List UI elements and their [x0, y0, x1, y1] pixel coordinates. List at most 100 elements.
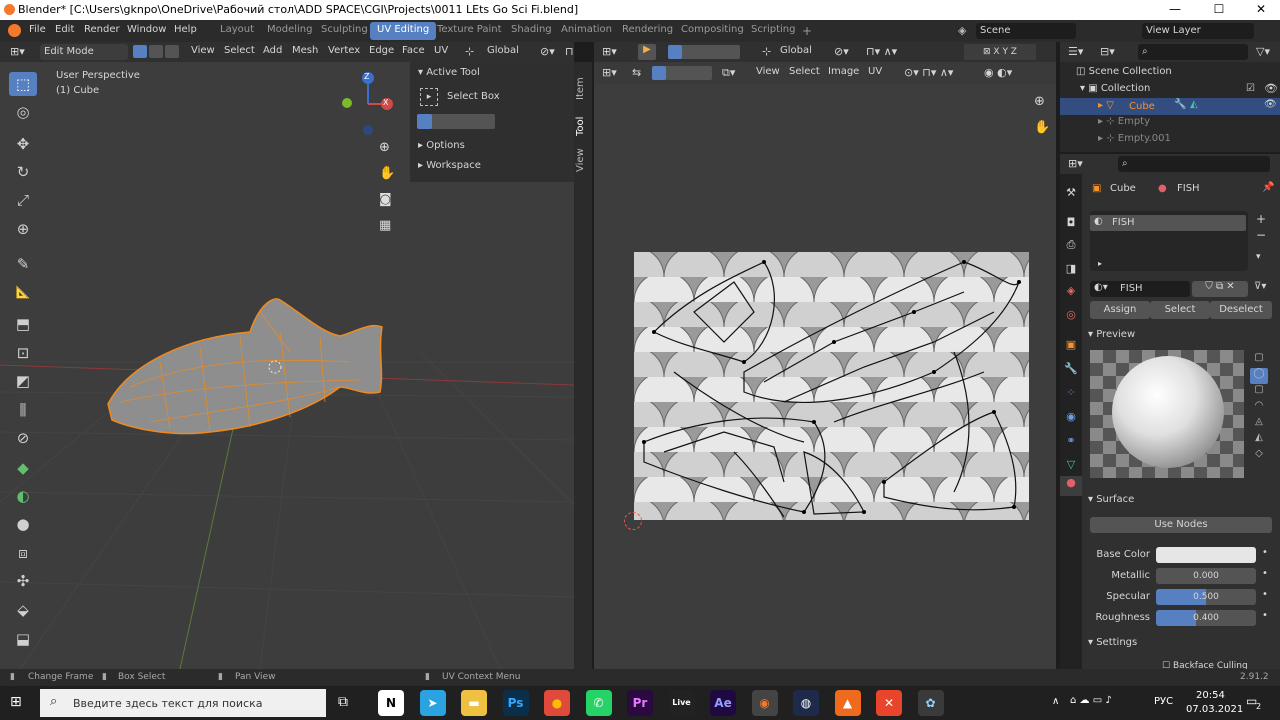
- nav-gizmo[interactable]: Z X: [342, 72, 396, 135]
- taskbar-search[interactable]: ⌕ Введите здесь текст для поиска: [40, 689, 326, 717]
- language-indicator[interactable]: РУС: [1154, 696, 1173, 707]
- select-box-tool-icon[interactable]: ▸: [420, 88, 438, 106]
- properties-type-icon[interactable]: ⊞▾: [1068, 157, 1083, 170]
- tray-chevron-icon[interactable]: ∧: [1052, 696, 1059, 707]
- transform-icon[interactable]: ⊕: [9, 217, 37, 241]
- metallic-slider[interactable]: 0.000: [1156, 568, 1256, 584]
- scene-selector[interactable]: Scene: [976, 23, 1076, 39]
- menu-window[interactable]: Window: [127, 24, 166, 35]
- menu-face[interactable]: Face: [402, 45, 425, 56]
- remove-slot-button[interactable]: −: [1256, 228, 1266, 242]
- cube-visibility-icon[interactable]: 👁: [1264, 99, 1277, 110]
- data-props-icon[interactable]: ▽: [1064, 458, 1078, 472]
- uv-editor[interactable]: ⊞▾ ⇆ ⧉▾ View Select Image UV ⊙▾ ⊓▾ ∧▾ ◉ …: [594, 62, 1056, 669]
- scene-props-icon[interactable]: ◈: [1064, 284, 1078, 298]
- taskbar-app-whatsapp-icon[interactable]: ✆: [585, 690, 612, 716]
- scene-collection-row[interactable]: ◫ Scene Collection: [1076, 66, 1172, 84]
- tab-modeling[interactable]: Modeling: [260, 22, 320, 40]
- properties-search[interactable]: ⌕: [1118, 156, 1270, 172]
- outliner-row-empty-001[interactable]: ▸ ⊹ Empty.001: [1098, 133, 1171, 151]
- select-mode-buttons[interactable]: [417, 114, 495, 129]
- 3d-viewport[interactable]: User Perspective (1) Cube ⬚ ◎ ✥ ↻ ⤢ ⊕ ✎ …: [0, 62, 574, 669]
- taskbar-app-cinema4d-icon[interactable]: ◍: [793, 690, 819, 716]
- tab-uv-editing[interactable]: UV Editing: [370, 22, 437, 40]
- base-color-swatch[interactable]: [1156, 547, 1256, 563]
- roughness-slider[interactable]: 0.400: [1156, 610, 1256, 626]
- list-expand-icon[interactable]: ▸: [1098, 259, 1102, 268]
- metallic-socket-icon[interactable]: •: [1262, 568, 1268, 579]
- tab-layout[interactable]: Layout: [213, 22, 261, 40]
- uv-texture-image[interactable]: [634, 252, 1029, 520]
- uv-overlay-icon[interactable]: ◉ ◐▾: [984, 66, 1012, 79]
- menu-file[interactable]: File: [29, 24, 46, 35]
- menu-edge[interactable]: Edge: [369, 45, 394, 56]
- render-props-icon[interactable]: ◘: [1064, 216, 1078, 230]
- cursor-icon[interactable]: ◎: [9, 100, 37, 124]
- uv-editor-type-icon[interactable]: ⊞▾: [602, 45, 617, 58]
- collection-checkbox[interactable]: ☑: [1246, 83, 1255, 94]
- roughness-socket-icon[interactable]: •: [1262, 610, 1268, 621]
- tab-shading[interactable]: Shading: [504, 22, 559, 40]
- modifier-props-icon[interactable]: 🔧: [1064, 362, 1078, 376]
- uv-xyz-buttons[interactable]: ⊠ X Y Z: [964, 44, 1036, 60]
- camera-icon[interactable]: ◙: [379, 192, 392, 207]
- mode-selector[interactable]: Edit Mode: [40, 44, 128, 60]
- uv-select-mode-buttons[interactable]: [668, 45, 740, 59]
- material-browse[interactable]: ◐▾ FISH: [1090, 281, 1190, 297]
- windows-start-icon[interactable]: ⊞: [10, 694, 22, 710]
- menu-select[interactable]: Select: [224, 45, 255, 56]
- maximize-button[interactable]: ☐: [1204, 2, 1234, 16]
- taskbar-app-after-effects-icon[interactable]: Ae: [710, 690, 736, 716]
- select-box-icon[interactable]: ⬚: [9, 72, 37, 96]
- backface-culling-checkbox[interactable]: ☐ Backface Culling: [1162, 661, 1248, 669]
- tab-rendering[interactable]: Rendering: [615, 22, 680, 40]
- menu-help[interactable]: Help: [174, 24, 197, 35]
- pivot-icon[interactable]: ⊘▾: [540, 45, 555, 58]
- material-props-icon[interactable]: ●: [1060, 476, 1082, 496]
- menu-view[interactable]: View: [191, 45, 215, 56]
- minimize-button[interactable]: —: [1160, 2, 1190, 16]
- fish-mesh[interactable]: [100, 292, 390, 442]
- assign-button[interactable]: Assign: [1090, 301, 1150, 319]
- measure-icon[interactable]: 📐: [9, 280, 37, 304]
- tool-props-icon[interactable]: ⚒: [1064, 186, 1078, 200]
- uv-type-icon[interactable]: ⊞▾: [602, 66, 617, 79]
- orientation-selector[interactable]: Global: [487, 45, 519, 56]
- output-props-icon[interactable]: ⎙: [1064, 238, 1078, 252]
- object-props-icon[interactable]: ▣: [1064, 338, 1078, 352]
- vertex-select-icon[interactable]: [133, 45, 147, 58]
- material-link-icon[interactable]: ⊽▾: [1254, 281, 1266, 292]
- taskbar-app-chrome-icon[interactable]: ●: [544, 690, 570, 716]
- clock-date[interactable]: 07.03.2021: [1186, 704, 1243, 715]
- display-mode-icon[interactable]: ⊟▾: [1100, 45, 1115, 58]
- tray-icons[interactable]: ⌂ ☁ ▭ ♪: [1070, 695, 1112, 706]
- active-tool-header[interactable]: ▾ Active Tool: [418, 67, 480, 85]
- uv-orientation-selector[interactable]: Global: [780, 45, 812, 56]
- gizmo-y-dot[interactable]: [342, 98, 352, 108]
- material-slots-list[interactable]: ◐ FISH ▸: [1090, 211, 1248, 271]
- tab-scripting[interactable]: Scripting: [744, 22, 802, 40]
- menu-add[interactable]: Add: [263, 45, 282, 56]
- tab-sculpting[interactable]: Sculpting: [314, 22, 375, 40]
- uv-menu-uv[interactable]: UV: [868, 66, 882, 77]
- zoom-icon[interactable]: ⊕: [379, 140, 390, 155]
- menu-mesh[interactable]: Mesh: [292, 45, 318, 56]
- menu-render[interactable]: Render: [84, 24, 120, 35]
- bevel-icon[interactable]: ◩: [9, 369, 37, 393]
- uv-sticky-icon[interactable]: ⧉▾: [722, 66, 735, 80]
- view-layer-selector[interactable]: View Layer: [1142, 23, 1254, 39]
- options-header[interactable]: ▸ Options: [418, 140, 465, 158]
- loopcut-icon[interactable]: ⫼: [9, 398, 37, 422]
- blender-menu-icon[interactable]: [8, 24, 21, 37]
- extrude-icon[interactable]: ⬒: [9, 312, 37, 336]
- rip-icon[interactable]: ⬓: [9, 627, 37, 651]
- tab-compositing[interactable]: Compositing: [674, 22, 751, 40]
- taskbar-app-blender-icon[interactable]: ◉: [751, 690, 778, 716]
- taskbar-app-telegram-icon[interactable]: ➤: [419, 690, 446, 716]
- outliner-type-icon[interactable]: ☰▾: [1068, 45, 1083, 58]
- taskbar-app-notion-icon[interactable]: N: [378, 690, 404, 716]
- clock-time[interactable]: 20:54: [1196, 690, 1225, 701]
- preview-header[interactable]: ▾ Preview: [1088, 329, 1135, 347]
- add-slot-button[interactable]: +: [1256, 212, 1266, 226]
- tab-animation[interactable]: Animation: [554, 22, 619, 40]
